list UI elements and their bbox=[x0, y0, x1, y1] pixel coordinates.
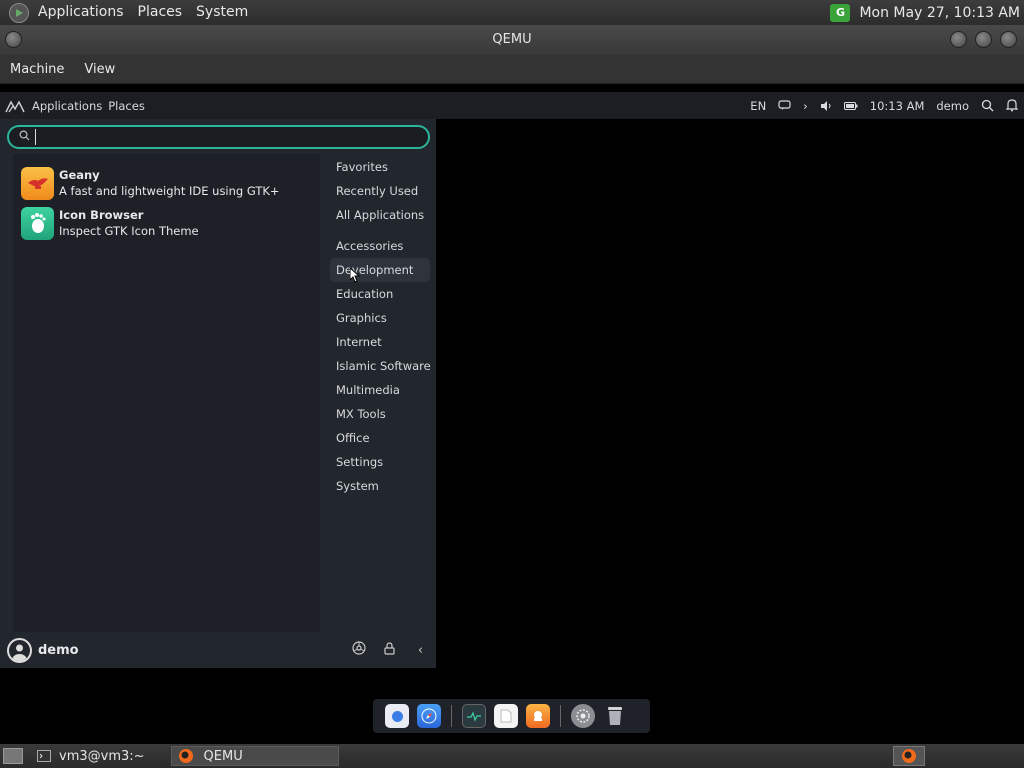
search-icon bbox=[19, 130, 30, 144]
user-avatar-icon bbox=[7, 637, 32, 663]
category-list: Favorites Recently Used All Applications… bbox=[330, 155, 431, 498]
settings-manager-button[interactable] bbox=[343, 641, 374, 659]
category-settings[interactable]: Settings bbox=[330, 450, 430, 474]
whisker-menu: Geany A fast and lightweight IDE using G… bbox=[0, 119, 436, 668]
dock bbox=[373, 699, 650, 733]
lock-screen-button[interactable] bbox=[374, 641, 405, 659]
keyboard-layout-indicator[interactable]: EN bbox=[744, 99, 772, 113]
app-description: Inspect GTK Icon Theme bbox=[59, 224, 199, 238]
task-qemu[interactable]: QEMU bbox=[170, 746, 339, 766]
whisker-footer: demo ‹ bbox=[0, 632, 436, 668]
search-icon[interactable] bbox=[975, 99, 1000, 112]
qemu-titlebar[interactable]: QEMU bbox=[0, 25, 1024, 55]
chevron-left-icon[interactable]: ‹ bbox=[405, 643, 436, 658]
guest-menu-places[interactable]: Places bbox=[105, 99, 148, 113]
settings-gear-icon[interactable] bbox=[571, 704, 595, 728]
minimize-button[interactable] bbox=[950, 31, 967, 48]
show-desktop-icon[interactable] bbox=[3, 748, 23, 764]
mouse-cursor-icon bbox=[350, 268, 360, 283]
chat-bubble-icon[interactable] bbox=[772, 100, 797, 111]
host-menu-applications[interactable]: Applications bbox=[31, 0, 131, 25]
category-mx-tools[interactable]: MX Tools bbox=[330, 402, 430, 426]
user-name: demo bbox=[38, 642, 79, 658]
category-islamic-software[interactable]: Islamic Software bbox=[330, 354, 431, 378]
host-top-panel: Applications Places System G Mon May 27,… bbox=[0, 0, 1024, 25]
dock-separator bbox=[560, 705, 561, 727]
os-logo-icon[interactable] bbox=[9, 2, 29, 23]
category-multimedia[interactable]: Multimedia bbox=[330, 378, 430, 402]
guest-user-menu[interactable]: demo bbox=[930, 99, 975, 113]
category-education[interactable]: Education bbox=[330, 282, 430, 306]
qemu-icon bbox=[178, 749, 193, 763]
dock-separator bbox=[451, 705, 452, 727]
host-taskbar: vm3@vm3:~ QEMU bbox=[0, 744, 1024, 768]
maximize-button[interactable] bbox=[975, 31, 992, 48]
qemu-menubar: Machine View bbox=[0, 55, 1024, 84]
app-name: Icon Browser bbox=[59, 208, 144, 222]
mx-logo-icon[interactable] bbox=[5, 99, 25, 113]
update-manager-icon[interactable]: G bbox=[830, 3, 851, 22]
app-name: Geany bbox=[59, 168, 100, 182]
close-button[interactable] bbox=[1000, 31, 1017, 48]
app-description: A fast and lightweight IDE using GTK+ bbox=[59, 184, 280, 198]
category-office[interactable]: Office bbox=[330, 426, 430, 450]
search-box[interactable] bbox=[7, 125, 430, 149]
category-all-applications[interactable]: All Applications bbox=[330, 203, 430, 227]
file-manager-icon[interactable] bbox=[385, 704, 409, 728]
gnome-foot-icon bbox=[21, 206, 54, 240]
tray-qemu-icon[interactable] bbox=[893, 746, 925, 766]
battery-icon[interactable] bbox=[838, 101, 864, 110]
window-title: QEMU bbox=[492, 32, 532, 47]
guest-clock[interactable]: 10:13 AM bbox=[864, 99, 931, 113]
task-label: QEMU bbox=[203, 748, 243, 764]
host-menu-system[interactable]: System bbox=[189, 0, 255, 25]
menu-view[interactable]: View bbox=[74, 62, 125, 77]
category-internet[interactable]: Internet bbox=[330, 330, 430, 354]
web-browser-icon[interactable] bbox=[417, 704, 441, 728]
system-monitor-icon[interactable] bbox=[462, 704, 486, 728]
category-favorites[interactable]: Favorites bbox=[330, 155, 430, 179]
results-list: Geany A fast and lightweight IDE using G… bbox=[13, 154, 320, 632]
notification-bell-icon[interactable] bbox=[1000, 99, 1024, 112]
list-item-geany[interactable]: Geany A fast and lightweight IDE using G… bbox=[21, 164, 311, 202]
package-installer-icon[interactable] bbox=[526, 704, 550, 728]
host-clock[interactable]: Mon May 27, 10:13 AM bbox=[859, 5, 1024, 21]
task-terminal[interactable]: vm3@vm3:~ bbox=[31, 746, 151, 766]
category-system[interactable]: System bbox=[330, 474, 430, 498]
host-menu-places[interactable]: Places bbox=[131, 0, 190, 25]
list-item-icon-browser[interactable]: Icon Browser Inspect GTK Icon Theme bbox=[21, 204, 311, 242]
terminal-icon bbox=[37, 750, 51, 762]
task-label: vm3@vm3:~ bbox=[59, 748, 145, 764]
guest-display[interactable]: Applications Places EN › 10:13 AM demo G… bbox=[0, 92, 1024, 744]
text-editor-icon[interactable] bbox=[494, 704, 518, 728]
guest-menu-applications[interactable]: Applications bbox=[29, 99, 105, 113]
search-input[interactable] bbox=[35, 129, 415, 145]
volume-icon[interactable] bbox=[814, 100, 838, 111]
trash-icon[interactable] bbox=[603, 704, 627, 728]
menu-machine[interactable]: Machine bbox=[0, 62, 74, 77]
category-graphics[interactable]: Graphics bbox=[330, 306, 430, 330]
category-development[interactable]: Development bbox=[330, 258, 430, 282]
geany-icon bbox=[21, 166, 54, 200]
chevron-right-icon[interactable]: › bbox=[797, 99, 814, 113]
category-recently-used[interactable]: Recently Used bbox=[330, 179, 430, 203]
guest-top-panel: Applications Places EN › 10:13 AM demo bbox=[0, 92, 1024, 119]
category-accessories[interactable]: Accessories bbox=[330, 234, 430, 258]
